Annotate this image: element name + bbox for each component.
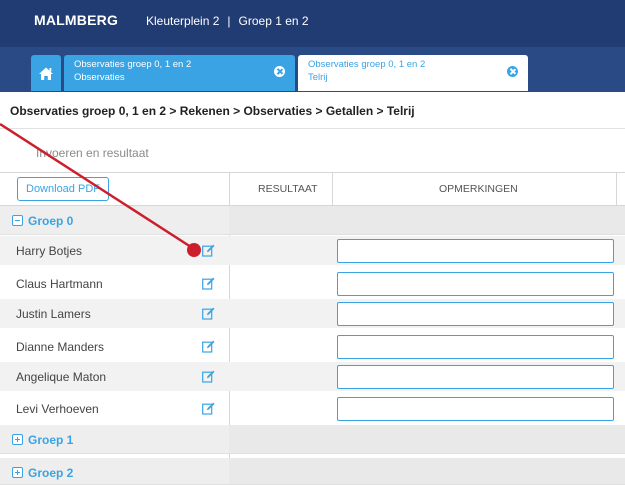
table-row: Dianne Manders [0, 332, 625, 361]
group-label[interactable]: Groep 0 [28, 214, 73, 228]
student-name: Justin Lamers [16, 307, 91, 321]
remark-input[interactable] [337, 272, 614, 296]
top-bar: MALMBERG Kleuterplein 2 | Groep 1 en 2 [0, 0, 625, 47]
tab-title: Observaties groep 0, 1 en 2 [74, 59, 192, 70]
student-name: Angelique Maton [16, 370, 107, 384]
group-label[interactable]: Groep 2 [28, 466, 73, 480]
remark-input[interactable] [337, 239, 614, 263]
table-row: Angelique Maton [0, 362, 625, 391]
group-row-fill [229, 458, 625, 484]
close-icon[interactable] [274, 66, 285, 77]
tab-subtitle: Telrij [308, 72, 328, 83]
tab-telrij[interactable]: Observaties groep 0, 1 en 2 Telrij [298, 55, 528, 91]
column-header-resultaat: RESULTAAT [258, 183, 318, 195]
page-breadcrumb: Observaties groep 0, 1 en 2 > Rekenen > … [10, 104, 415, 118]
edit-icon[interactable] [202, 307, 215, 320]
context-group[interactable]: Groep 1 en 2 [239, 14, 309, 28]
tab-observaties[interactable]: Observaties groep 0, 1 en 2 Observaties [64, 55, 295, 91]
section-subheading: Invoeren en resultaat [36, 146, 149, 160]
remark-input[interactable] [337, 302, 614, 326]
plus-square-icon[interactable] [12, 467, 23, 478]
column-divider [616, 172, 617, 206]
edit-icon[interactable] [202, 340, 215, 353]
edit-icon[interactable] [202, 277, 215, 290]
minus-square-icon[interactable] [12, 215, 23, 226]
home-button[interactable] [31, 55, 61, 91]
table-row: Levi Verhoeven [0, 394, 625, 423]
edit-icon[interactable] [202, 244, 215, 257]
remark-input[interactable] [337, 365, 614, 389]
student-name: Harry Botjes [16, 244, 83, 258]
context-separator: | [227, 14, 231, 28]
group-row-fill [229, 206, 625, 234]
table-row: Claus Hartmann [0, 269, 625, 298]
student-name: Levi Verhoeven [16, 402, 99, 416]
remark-input[interactable] [337, 397, 614, 421]
edit-icon[interactable] [202, 402, 215, 415]
column-header-opmerkingen: OPMERKINGEN [439, 183, 518, 195]
group-row-groep-2[interactable]: Groep 2 [0, 458, 625, 485]
edit-icon[interactable] [202, 370, 215, 383]
context-method[interactable]: Kleuterplein 2 [146, 14, 219, 28]
column-divider [332, 172, 333, 206]
group-label[interactable]: Groep 1 [28, 433, 73, 447]
group-row-fill [229, 425, 625, 453]
student-name: Claus Hartmann [16, 277, 103, 291]
download-pdf-button[interactable]: Download PDF [17, 177, 109, 201]
tab-subtitle: Observaties [74, 72, 125, 83]
student-name: Dianne Manders [16, 340, 105, 354]
table-row: Harry Botjes [0, 236, 625, 265]
close-icon[interactable] [507, 66, 518, 77]
tab-title: Observaties groep 0, 1 en 2 [308, 59, 426, 70]
tab-strip: Observaties groep 0, 1 en 2 Observaties … [0, 47, 625, 92]
brand-logo: MALMBERG [34, 12, 119, 28]
table-row: Justin Lamers [0, 299, 625, 328]
group-row-groep-1[interactable]: Groep 1 [0, 425, 625, 454]
group-row-groep-0[interactable]: Groep 0 [0, 206, 625, 235]
divider [0, 128, 625, 129]
context-breadcrumb: Kleuterplein 2 | Groep 1 en 2 [146, 14, 309, 28]
plus-square-icon[interactable] [12, 434, 23, 445]
home-icon [39, 67, 53, 80]
remark-input[interactable] [337, 335, 614, 359]
